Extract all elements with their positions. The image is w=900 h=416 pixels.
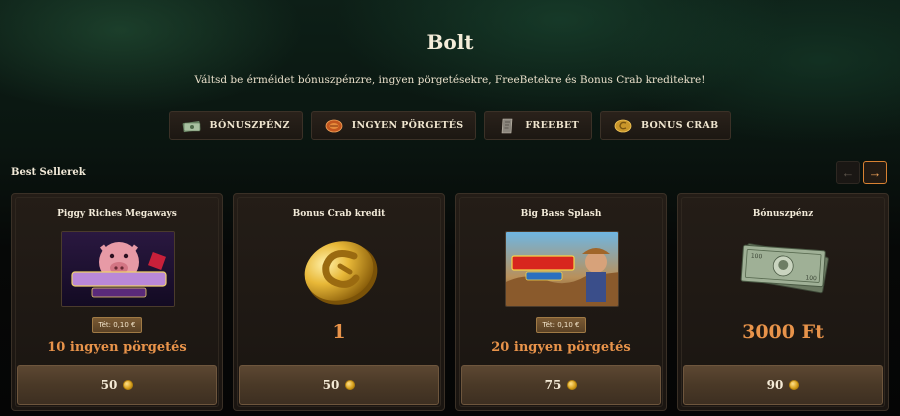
coin-icon: [345, 380, 356, 390]
category-tabs: BÓNUSZPÉNZ INGYEN PÖRGETÉS FREEBET BONUS…: [0, 111, 900, 140]
banknote-icon: [182, 120, 201, 132]
crab-coin-icon: [614, 119, 632, 132]
buy-button[interactable]: 50: [17, 365, 217, 405]
arrow-left-icon: ←: [841, 165, 855, 180]
tab-bonuszpenz[interactable]: BÓNUSZPÉNZ: [168, 111, 303, 140]
shop-card: Bónuszpénz 100 100 3000 Ft 90: [677, 193, 889, 411]
card-title: Piggy Riches Megaways: [57, 209, 177, 219]
best-sellers-carousel: Piggy Riches Megaways Tét: 0,10 € 10 ing…: [11, 193, 889, 411]
price-label: 50: [322, 378, 340, 392]
bet-badge: Tét: 0,10 €: [536, 317, 586, 333]
bet-badge: Tét: 0,10 €: [92, 317, 142, 333]
shop-card: Bonus Crab kredit 1 50: [233, 193, 445, 411]
buy-button[interactable]: 90: [683, 365, 883, 405]
banknotes-image: 100 100: [740, 243, 829, 294]
crab-coin-image: [304, 241, 378, 305]
page-subtitle: Váltsd be érméidet bónuszpénzre, ingyen …: [194, 74, 706, 86]
card-value: 1: [332, 321, 346, 343]
piggy-riches-thumbnail: [61, 231, 175, 307]
buy-button[interactable]: 75: [461, 365, 661, 405]
best-sellers-title: Best Sellerek: [11, 167, 86, 178]
big-bass-splash-thumbnail: [505, 231, 619, 307]
prev-button[interactable]: ←: [836, 161, 860, 184]
tab-label: BÓNUSZPÉNZ: [209, 120, 290, 131]
card-value: 3000 Ft: [742, 321, 824, 343]
card-value: 20 ingyen pörgetés: [491, 340, 631, 355]
price-label: 75: [544, 378, 562, 392]
coin-icon: [567, 380, 578, 390]
next-button[interactable]: →: [863, 161, 887, 184]
card-title: Big Bass Splash: [520, 209, 602, 219]
tab-label: INGYEN PÖRGETÉS: [351, 120, 464, 131]
tab-ingyen-porgetes[interactable]: INGYEN PÖRGETÉS: [310, 111, 477, 140]
price-label: 90: [766, 378, 784, 392]
ticket-icon: [502, 118, 513, 133]
shop-card: Piggy Riches Megaways Tét: 0,10 € 10 ing…: [11, 193, 223, 411]
tab-bonus-crab[interactable]: BONUS CRAB: [599, 111, 732, 140]
tab-freebet[interactable]: FREEBET: [484, 111, 592, 140]
buy-button[interactable]: 50: [239, 365, 439, 405]
shop-card: Big Bass Splash Tét: 0,10 € 20 ingyen pö…: [455, 193, 667, 411]
svg-text:100: 100: [751, 253, 763, 261]
arrow-right-icon: →: [868, 165, 882, 180]
card-title: Bónuszpénz: [752, 209, 814, 219]
page-title: Bolt: [426, 30, 474, 54]
svg-text:100: 100: [805, 275, 817, 283]
spins-icon: [325, 119, 343, 132]
coin-icon: [789, 380, 800, 390]
tab-label: FREEBET: [525, 120, 579, 131]
card-value: 10 ingyen pörgetés: [47, 340, 187, 355]
price-label: 50: [100, 378, 118, 392]
card-title: Bonus Crab kredit: [292, 209, 386, 219]
tab-label: BONUS CRAB: [640, 120, 719, 131]
coin-icon: [123, 380, 134, 390]
